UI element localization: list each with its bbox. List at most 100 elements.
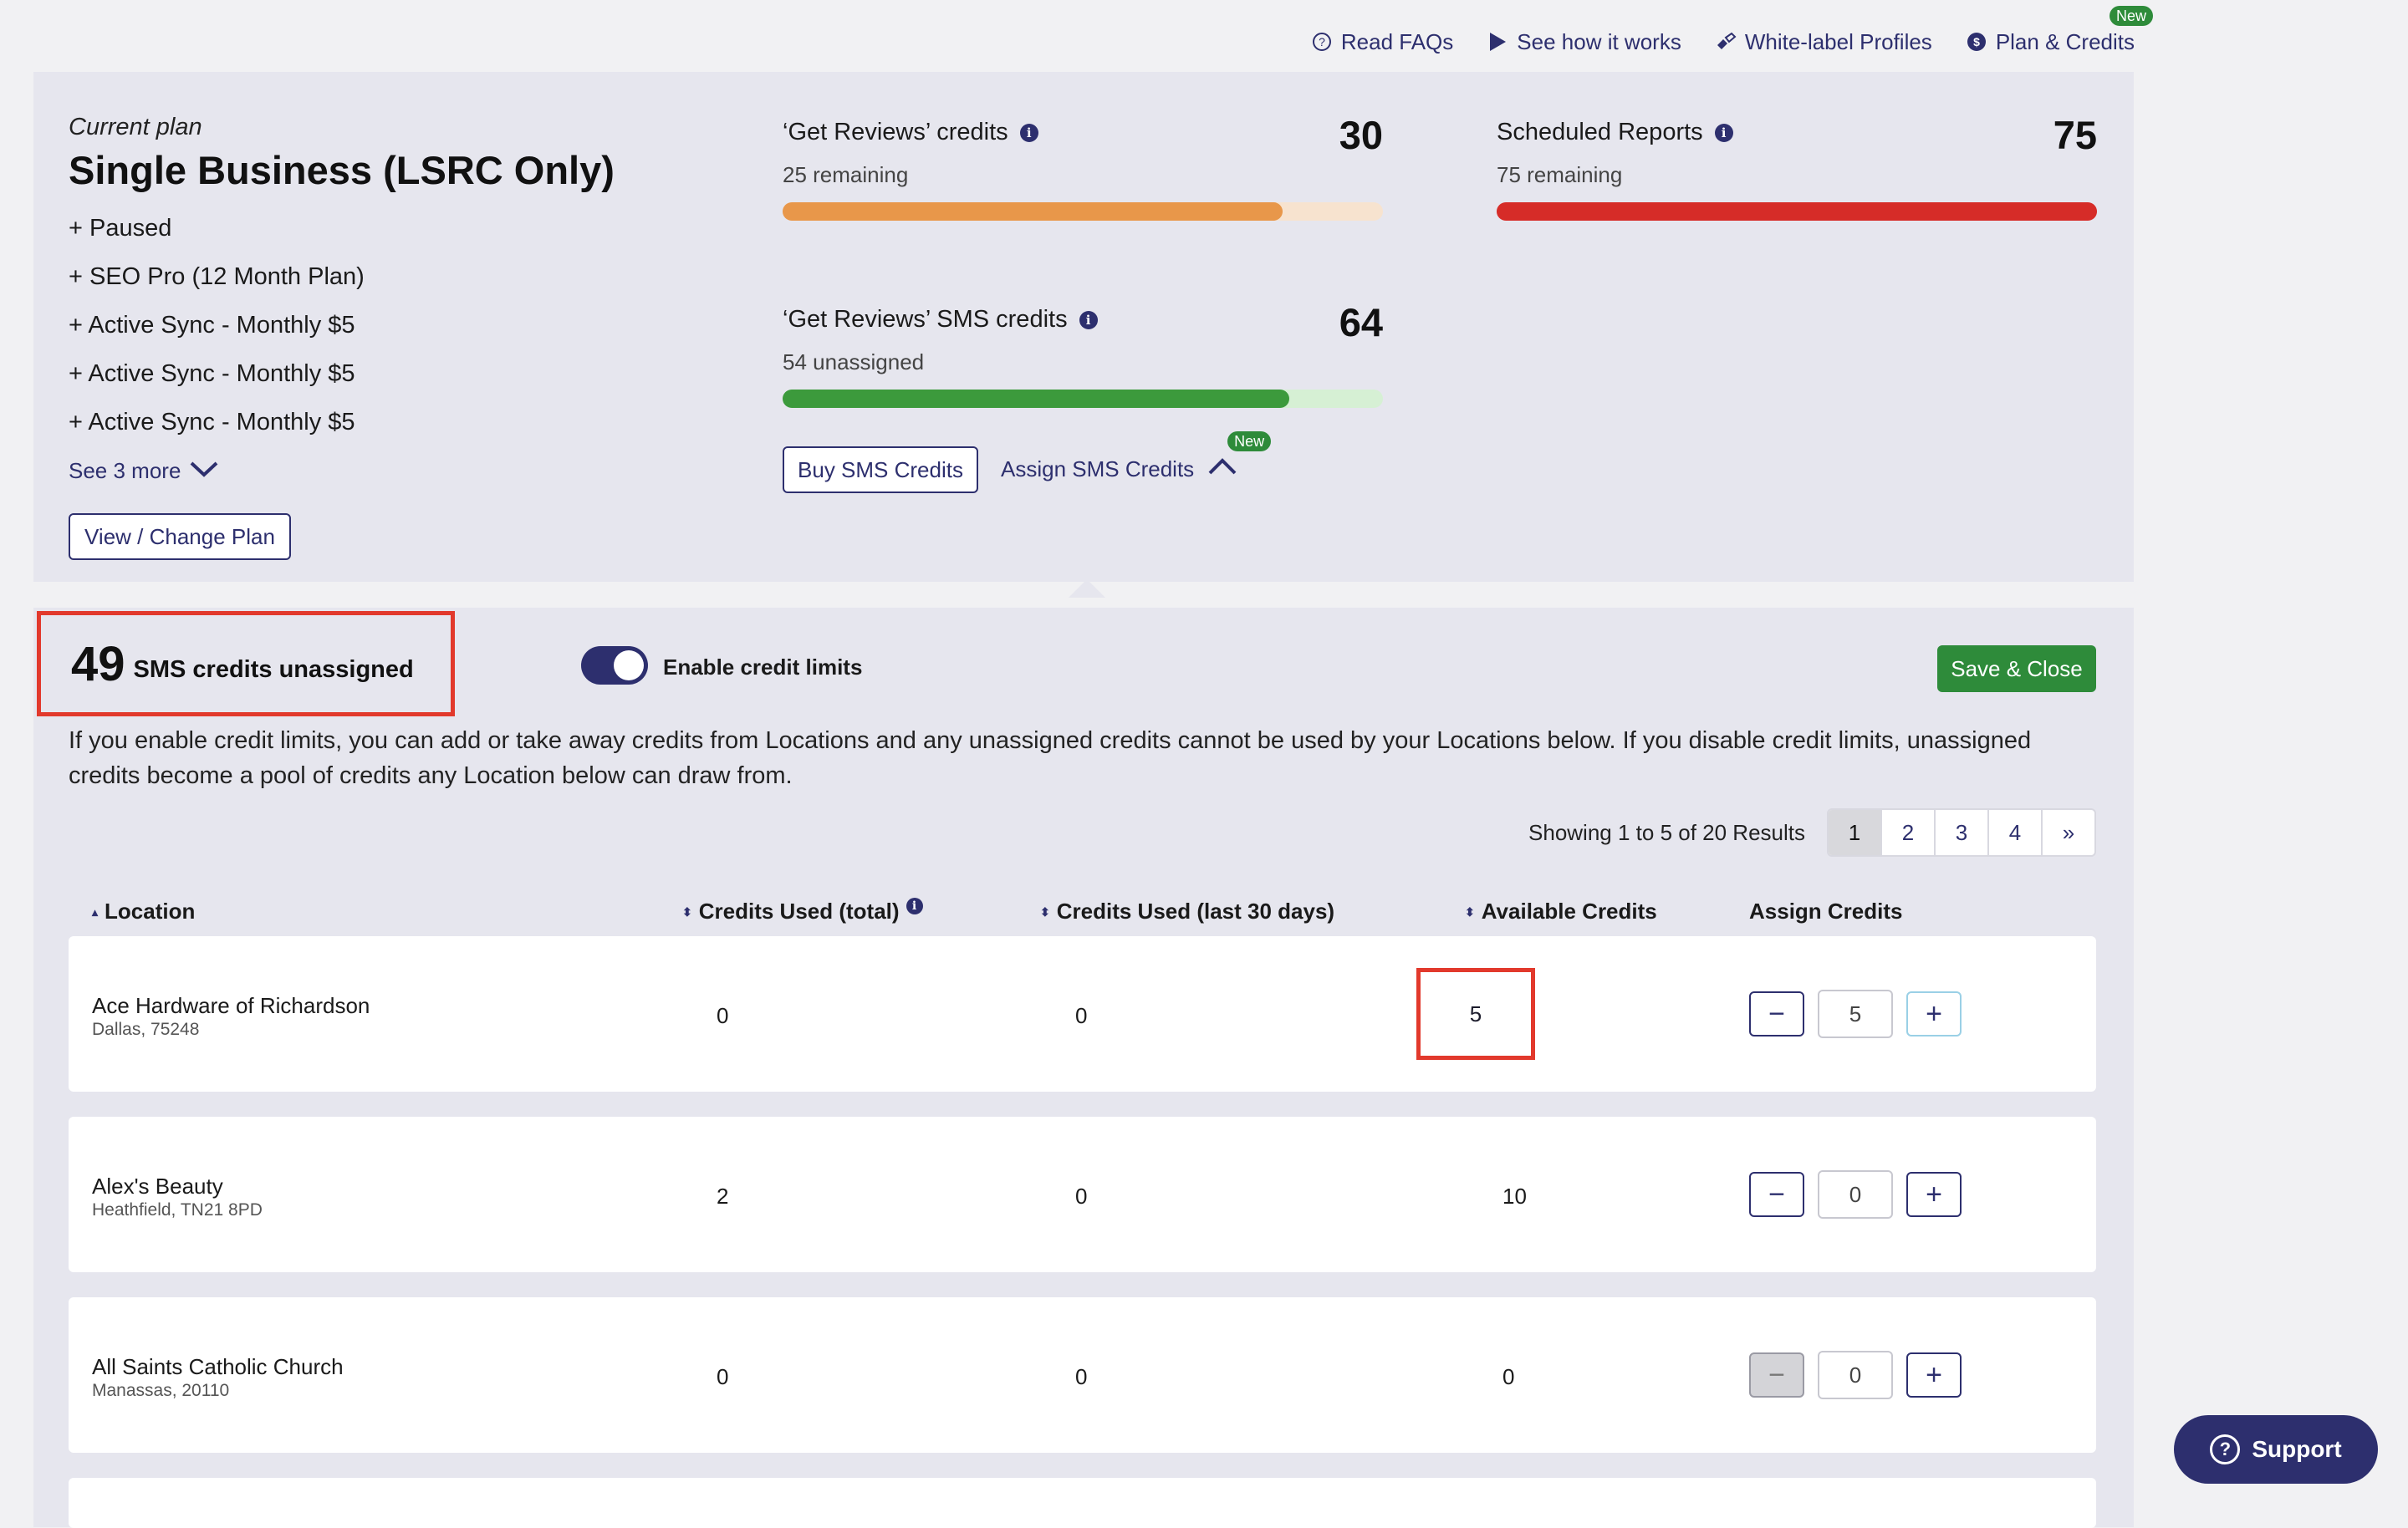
page-2[interactable]: 2 [1880, 810, 1934, 855]
current-plan-label: Current plan [69, 114, 202, 140]
col-credits-used-30[interactable]: ⬍ Credits Used (last 30 days) [1040, 899, 1334, 924]
results-count: Showing 1 to 5 of 20 Results [1528, 819, 1805, 845]
play-icon [1487, 31, 1508, 53]
nav-white-label-profiles[interactable]: White-label Profiles [1715, 29, 1932, 55]
reviews-credits-title: ‘Get Reviews’ credits i [783, 119, 1038, 146]
scheduled-reports-block: Scheduled Reports i 75 75 remaining [1497, 113, 2097, 227]
nav-read-faqs-label: Read FAQs [1340, 28, 1454, 54]
location-address: Manassas, 20110 [92, 1381, 230, 1400]
col-location-label: Location [105, 899, 196, 924]
increment-button[interactable]: + [1906, 991, 1962, 1036]
toggle-knob [614, 650, 644, 680]
sort-icon: ⬍ [682, 904, 692, 919]
nav-plan-credits[interactable]: $ Plan & Credits New [1966, 5, 2153, 55]
increment-button[interactable]: + [1906, 1352, 1962, 1398]
col-credits-used-total[interactable]: ⬍ Credits Used (total) i [682, 897, 923, 924]
save-close-button[interactable]: Save & Close [1937, 645, 2096, 692]
chevron-up-icon [1207, 456, 1237, 482]
sms-unassigned-label: SMS credits unassigned [133, 655, 414, 683]
col-assign-credits-label: Assign Credits [1749, 899, 1903, 924]
sort-icon: ⬍ [1040, 904, 1050, 919]
sms-credits-title: ‘Get Reviews’ SMS credits i [783, 306, 1098, 334]
info-icon[interactable]: i [1714, 123, 1733, 142]
credits-used-30: 0 [1075, 1184, 1088, 1209]
col-credits-used-30-label: Credits Used (last 30 days) [1056, 899, 1335, 924]
plan-addon: + Active Sync - Monthly $5 [69, 409, 355, 435]
scheduled-reports-bar [1497, 202, 2097, 221]
reviews-credits-total: 30 [1339, 113, 1383, 157]
assign-credits-input[interactable]: 0 [1818, 1351, 1893, 1399]
enable-credit-limits-toggle[interactable] [581, 646, 648, 685]
plan-addon: + SEO Pro (12 Month Plan) [69, 263, 365, 290]
question-circle-icon: ? [1311, 31, 1333, 53]
nav-see-how-it-works-label: See how it works [1517, 28, 1681, 54]
svg-text:$: $ [1973, 35, 1980, 48]
view-change-plan-button[interactable]: View / Change Plan [69, 513, 291, 560]
see-more-link[interactable]: See 3 more [69, 458, 219, 484]
page-3[interactable]: 3 [1934, 810, 1987, 855]
page-4[interactable]: 4 [1987, 810, 2041, 855]
credits-used-total: 0 [717, 1364, 729, 1389]
location-address: Heathfield, TN21 8PD [92, 1200, 263, 1220]
assign-credits-panel: 49 SMS credits unassigned Enable credit … [33, 608, 2134, 1528]
location-name: All Saints Catholic Church [92, 1354, 344, 1379]
pagination: 1 2 3 4 » [1827, 808, 2096, 857]
support-button[interactable]: ? Support [2174, 1415, 2378, 1484]
plan-name: Single Business (LSRC Only) [69, 148, 615, 192]
chevron-down-icon [189, 458, 219, 484]
available-credits-highlighted: 5 [1416, 968, 1535, 1060]
increment-button[interactable]: + [1906, 1172, 1962, 1217]
assign-credits-stepper: − 0 + [1749, 1351, 1962, 1399]
nav-see-how-it-works[interactable]: See how it works [1487, 29, 1681, 55]
page-next[interactable]: » [2041, 810, 2094, 855]
page-1[interactable]: 1 [1829, 810, 1880, 855]
location-name: Ace Hardware of Richardson [92, 993, 370, 1018]
reviews-credits-bar-fill [783, 202, 1283, 221]
info-icon[interactable]: i [906, 897, 923, 914]
nav-white-label-profiles-label: White-label Profiles [1744, 28, 1932, 54]
sms-credits-bar [783, 390, 1383, 408]
sms-credits-bar-fill [783, 390, 1289, 408]
assign-credits-stepper: − 5 + [1749, 990, 1962, 1038]
reviews-credits-block: ‘Get Reviews’ credits i 30 25 remaining [783, 113, 1383, 227]
reviews-credits-title-text: ‘Get Reviews’ credits [783, 119, 1008, 145]
plan-panel: Current plan Single Business (LSRC Only)… [33, 72, 2134, 582]
plan-addons-list: + Paused + SEO Pro (12 Month Plan) + Act… [69, 214, 365, 456]
sms-unassigned-summary: 49 SMS credits unassigned [37, 611, 455, 716]
decrement-button[interactable]: − [1749, 991, 1804, 1036]
credit-limits-explanation: If you enable credit limits, you can add… [69, 727, 2032, 789]
info-icon[interactable]: i [1019, 123, 1038, 142]
question-icon: ? [2210, 1434, 2241, 1464]
enable-credit-limits-label: Enable credit limits [663, 654, 863, 680]
credits-used-total: 2 [717, 1184, 729, 1209]
sms-credits-unassigned: 54 unassigned [783, 349, 925, 374]
nav-read-faqs[interactable]: ? Read FAQs [1311, 29, 1453, 55]
assign-sms-credits-link[interactable]: Assign SMS Credits New [1001, 431, 1272, 482]
reviews-credits-bar [783, 202, 1383, 221]
buy-sms-credits-button[interactable]: Buy SMS Credits [783, 446, 978, 493]
location-name: Alex's Beauty [92, 1174, 223, 1199]
scheduled-reports-title-text: Scheduled Reports [1497, 119, 1703, 145]
col-credits-used-total-label: Credits Used (total) [698, 899, 900, 924]
info-icon[interactable]: i [1079, 310, 1098, 329]
location-address: Dallas, 75248 [92, 1020, 200, 1039]
nav-plan-credits-label: Plan & Credits [1995, 28, 2135, 54]
assign-credits-input[interactable]: 5 [1818, 990, 1893, 1038]
table-row: Ace Hardware of Richardson Dallas, 75248… [69, 936, 2096, 1092]
decrement-button[interactable]: − [1749, 1172, 1804, 1217]
sms-credits-block: ‘Get Reviews’ SMS credits i 64 54 unassi… [783, 300, 1383, 415]
sms-credits-total: 64 [1339, 300, 1383, 344]
assign-credits-input[interactable]: 0 [1818, 1170, 1893, 1219]
brush-icon [1715, 31, 1737, 53]
scheduled-reports-remaining: 75 remaining [1497, 162, 1623, 187]
available-credits: 0 [1502, 1364, 1515, 1389]
col-location[interactable]: ▴ Location [92, 899, 195, 924]
col-available-credits[interactable]: ⬍ Available Credits [1465, 899, 1657, 924]
reviews-credits-remaining: 25 remaining [783, 162, 909, 187]
decrement-button[interactable]: − [1749, 1352, 1804, 1398]
new-badge: New [2109, 5, 2153, 26]
table-row: All Saints Catholic Church Manassas, 201… [69, 1297, 2096, 1453]
sort-icon: ▴ [92, 904, 99, 919]
scheduled-reports-bar-fill [1497, 202, 2097, 221]
plan-addon: + Active Sync - Monthly $5 [69, 312, 355, 339]
